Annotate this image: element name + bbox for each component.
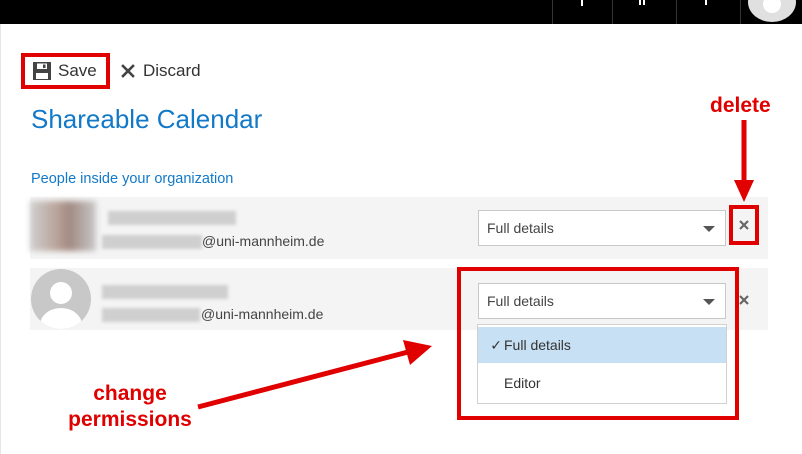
- permissions-arrow: [197, 349, 409, 410]
- change-permissions-annotation: change permissions: [68, 382, 192, 431]
- delete-arrowhead: [734, 180, 754, 202]
- delete-annotation: delete: [710, 94, 771, 117]
- permissions-arrowhead: [403, 340, 432, 365]
